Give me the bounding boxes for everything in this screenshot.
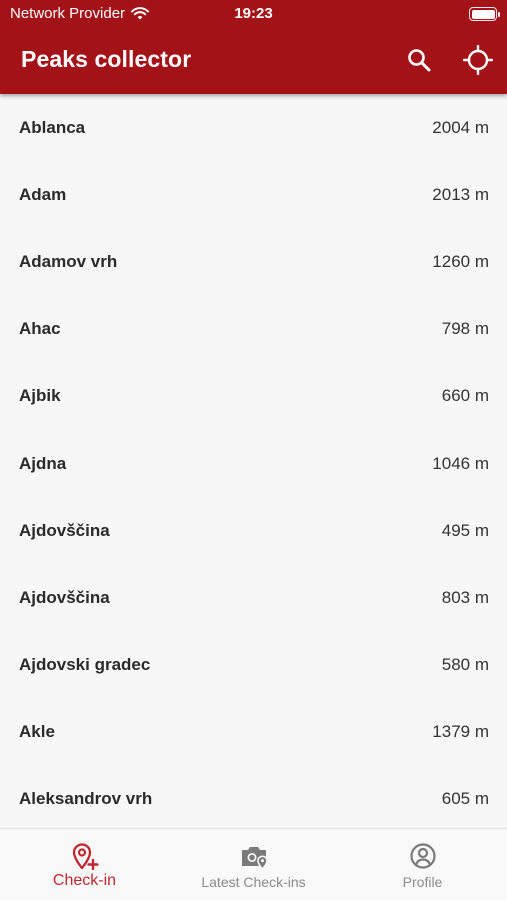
- battery-icon: [469, 7, 500, 21]
- tab-check-in[interactable]: Check-in: [0, 829, 169, 900]
- peak-elevation: 803 m: [441, 587, 489, 607]
- tab-latest-check-ins[interactable]: Latest Check-ins: [169, 829, 338, 900]
- list-item[interactable]: Ajdna 1046 m: [0, 430, 507, 497]
- peak-name: Adam: [19, 184, 67, 204]
- peak-name: Ajdovski gradec: [19, 655, 151, 675]
- tab-label: Profile: [402, 874, 443, 890]
- clock: 19:23: [234, 5, 273, 22]
- peak-elevation: 605 m: [441, 789, 489, 809]
- pin-plus-icon: [72, 843, 99, 871]
- peak-elevation: 1046 m: [432, 453, 489, 473]
- peak-name: Ajdna: [19, 453, 67, 473]
- status-bar: Network Provider 19:23: [0, 0, 507, 28]
- peak-elevation: 660 m: [441, 386, 489, 406]
- list-item[interactable]: Aleksandrov vrh 605 m: [0, 766, 507, 828]
- list-item[interactable]: Ablanca 2004 m: [0, 94, 507, 161]
- list-item[interactable]: Akle 1379 m: [0, 699, 507, 766]
- list-item[interactable]: Adam 2013 m: [0, 161, 507, 228]
- list-item[interactable]: Ajbik 660 m: [0, 363, 507, 430]
- peak-name: Adamov vrh: [19, 251, 118, 271]
- peak-elevation: 495 m: [441, 520, 489, 540]
- tab-label: Latest Check-ins: [201, 874, 306, 890]
- peak-name: Aleksandrov vrh: [19, 789, 153, 809]
- peak-elevation: 1260 m: [432, 251, 489, 271]
- search-button[interactable]: [403, 44, 435, 76]
- peak-elevation: 2004 m: [432, 117, 489, 137]
- tab-label: Check-in: [52, 872, 117, 889]
- crosshair-icon: [463, 45, 493, 75]
- tab-bar: Check-in Latest Check-ins Profile: [0, 828, 507, 900]
- peak-name: Ablanca: [19, 117, 86, 137]
- page-title: Peaks collector: [21, 46, 192, 72]
- peak-name: Ajdovščina: [19, 520, 110, 540]
- app-bar: Network Provider 19:23 Peaks collector: [0, 0, 507, 94]
- list-item[interactable]: Ahac 798 m: [0, 296, 507, 363]
- peaks-list[interactable]: Ablanca 2004 m Adam 2013 m Adamov vrh 12…: [0, 94, 507, 828]
- peak-name: Akle: [19, 722, 55, 742]
- list-item[interactable]: Ajdovščina 803 m: [0, 564, 507, 631]
- locate-button[interactable]: [462, 44, 494, 76]
- peak-name: Ajdovščina: [19, 587, 110, 607]
- peak-elevation: 580 m: [441, 655, 489, 675]
- list-item[interactable]: Ajdovski gradec 580 m: [0, 632, 507, 699]
- peak-elevation: 1379 m: [432, 722, 489, 742]
- camera-pin-icon: [241, 847, 268, 871]
- tab-profile[interactable]: Profile: [338, 829, 507, 900]
- peak-name: Ajbik: [19, 386, 61, 406]
- peak-elevation: 2013 m: [432, 184, 489, 204]
- peak-name: Ahac: [19, 319, 61, 339]
- list-item[interactable]: Ajdovščina 495 m: [0, 497, 507, 564]
- peak-elevation: 798 m: [441, 319, 489, 339]
- user-circle-icon: [409, 843, 436, 869]
- list-item[interactable]: Adamov vrh 1260 m: [0, 228, 507, 295]
- search-icon: [408, 49, 431, 72]
